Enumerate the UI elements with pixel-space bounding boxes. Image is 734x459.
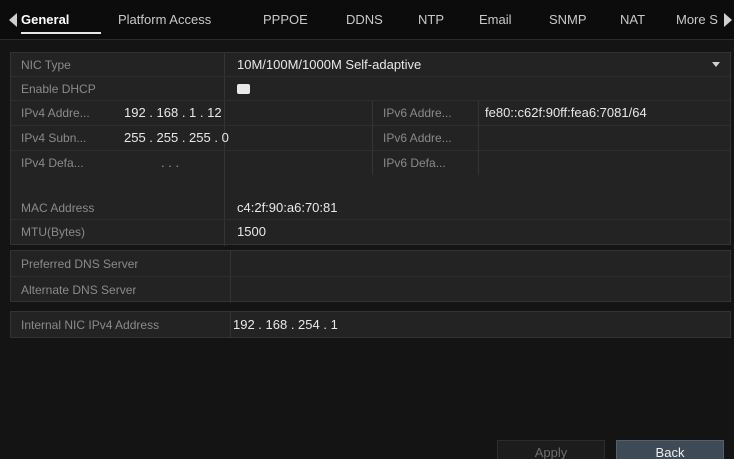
tab-general[interactable]: General (21, 12, 69, 27)
tab-more[interactable]: More S (676, 12, 722, 27)
ipv6-gateway-label: IPv6 Defa... (383, 156, 446, 170)
alternate-dns-label: Alternate DNS Server (21, 283, 137, 297)
ipv4-address-field[interactable]: 192 . 168 . 1 . 12 (124, 105, 222, 120)
mac-address-row: MAC Address c4:2f:90:a6:70:81 (11, 196, 730, 220)
panel-filler (10, 175, 731, 195)
mac-address-label: MAC Address (21, 201, 95, 215)
mtu-label: MTU(Bytes) (21, 225, 85, 239)
cell-divider (478, 101, 479, 126)
nic-type-label: NIC Type (21, 58, 71, 72)
column-divider (224, 175, 225, 195)
enable-dhcp-label: Enable DHCP (21, 82, 96, 96)
tab-ddns[interactable]: DDNS (346, 12, 383, 27)
ipv6-address2-label: IPv6 Addre... (383, 131, 452, 145)
cell-divider (372, 126, 373, 151)
tab-snmp[interactable]: SNMP (549, 12, 587, 27)
enable-dhcp-row: Enable DHCP (11, 77, 730, 101)
preferred-dns-row: Preferred DNS Server (11, 251, 730, 277)
internal-nic-panel: Internal NIC IPv4 Address 192 . 168 . 25… (10, 311, 731, 338)
tab-platform-access[interactable]: Platform Access (118, 12, 211, 27)
cell-divider (478, 151, 479, 176)
apply-button[interactable]: Apply (497, 440, 605, 459)
network-settings-panel: NIC Type 10M/100M/1000M Self-adaptive En… (10, 52, 731, 246)
alternate-dns-row: Alternate DNS Server (11, 277, 730, 303)
ipv4-address-label: IPv4 Addre... (21, 106, 90, 120)
ipv4-subnet-field[interactable]: 255 . 255 . 255 . 0 (124, 130, 229, 145)
enable-dhcp-checkbox[interactable] (237, 84, 250, 94)
preferred-dns-label: Preferred DNS Server (21, 257, 139, 271)
internal-nic-row: Internal NIC IPv4 Address 192 . 168 . 25… (11, 312, 730, 337)
ipv6-address1-field[interactable]: fe80::c62f:90ff:fea6:7081/64 (485, 105, 647, 120)
ipv4-gateway-row: IPv4 Defa... . . . IPv6 Defa... (11, 151, 730, 176)
scroll-left-icon[interactable] (9, 13, 17, 27)
cell-divider (372, 151, 373, 176)
ipv4-address-row: IPv4 Addre... 192 . 168 . 1 . 12 IPv6 Ad… (11, 101, 730, 126)
nic-type-select[interactable]: 10M/100M/1000M Self-adaptive (237, 57, 421, 72)
mac-address-value: c4:2f:90:a6:70:81 (237, 200, 338, 215)
mtu-field[interactable]: 1500 (237, 224, 266, 239)
ipv4-gateway-field[interactable]: . . . (161, 155, 179, 170)
active-tab-underline (21, 32, 101, 34)
tab-ntp[interactable]: NTP (418, 12, 444, 27)
ipv4-gateway-label: IPv4 Defa... (21, 156, 84, 170)
tab-bar: General Platform Access PPPOE DDNS NTP E… (0, 0, 734, 40)
ipv4-subnet-row: IPv4 Subn... 255 . 255 . 255 . 0 IPv6 Ad… (11, 126, 730, 151)
scroll-right-icon[interactable] (724, 13, 732, 27)
dns-panel: Preferred DNS Server Alternate DNS Serve… (10, 250, 731, 303)
chevron-down-icon[interactable] (712, 62, 720, 67)
tab-nat[interactable]: NAT (620, 12, 645, 27)
mtu-row: MTU(Bytes) 1500 (11, 220, 730, 244)
cell-divider (478, 126, 479, 151)
ipv6-address1-label: IPv6 Addre... (383, 106, 452, 120)
tab-pppoe[interactable]: PPPOE (263, 12, 308, 27)
tab-email[interactable]: Email (479, 12, 512, 27)
back-button[interactable]: Back (616, 440, 724, 459)
internal-nic-field[interactable]: 192 . 168 . 254 . 1 (233, 317, 338, 332)
nic-type-row: NIC Type 10M/100M/1000M Self-adaptive (11, 53, 730, 77)
ipv4-subnet-label: IPv4 Subn... (21, 131, 87, 145)
internal-nic-label: Internal NIC IPv4 Address (21, 318, 160, 332)
cell-divider (372, 101, 373, 126)
